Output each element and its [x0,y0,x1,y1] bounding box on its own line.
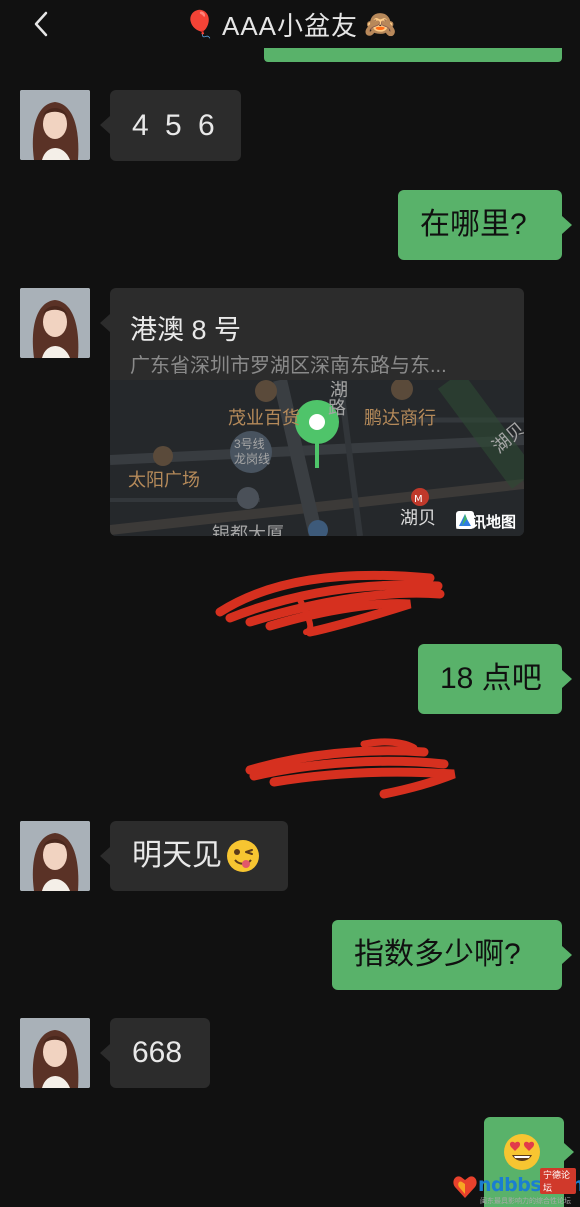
location-address: 广东省深圳市罗湖区深南东路与东... [130,355,447,377]
heart-logo-icon [453,1176,477,1198]
message-bubble-incoming[interactable]: 668 [100,1018,210,1088]
message-text: 在哪里? [420,208,527,241]
message-text: 18 点吧 [440,662,542,695]
map-label: 茂业百货 [228,408,300,428]
map-label: 龙岗线 [234,452,271,466]
back-button[interactable] [28,10,56,38]
bubble-tail [100,314,110,332]
message-text: 明天见 [132,839,222,872]
message-text: 4 5 6 [132,108,219,142]
redaction-scribble [215,570,445,637]
map-label: 银都大厦 [212,524,284,536]
location-name: 港澳 8 号 [130,315,242,345]
contact-avatar[interactable] [20,288,90,358]
watermark-subtitle: 闽东最具影响力的综合性论坛 [480,1198,571,1205]
map-label: 湖贝 [400,508,436,528]
chat-screen: 🎈 AAA小盆友 🙈 4 5 6 在哪里? 港澳 8 号 广东省深圳市罗湖区深南… [0,0,580,1207]
site-watermark: ndbbs.com 宁德论坛 闽东最具影响力的综合性论坛 [452,1168,580,1206]
message-bubble-outgoing[interactable]: 18 点吧 [418,644,572,714]
message-text: 668 [132,1036,183,1069]
winking-tongue-face-icon [227,840,259,872]
message-text: 指数多少啊? [354,938,521,971]
tencent-maps-icon [455,511,474,529]
location-map[interactable]: M 茂业百货 鹏达商行 湖 路 3号线 龙岗线 太阳广场 湖贝 湖贝 银都大厦 [110,380,524,536]
map-label: 路 [328,398,346,418]
message-bubble-outgoing[interactable]: 指数多少啊? [332,920,572,990]
balloon-icon: 🎈 [183,9,216,39]
tencent-maps-logo: 腾讯地图 [455,511,516,532]
chat-title: 🎈 AAA小盆友 🙈 [184,6,397,43]
map-label: 太阳广场 [128,470,200,490]
location-message-card[interactable]: 港澳 8 号 广东省深圳市罗湖区深南东路与东... M 茂业百货 鹏达商行 湖 … [110,288,524,536]
message-bubble-incoming[interactable]: 明天见 [100,821,288,891]
chat-header: 🎈 AAA小盆友 🙈 [0,0,580,48]
map-label: 鹏达商行 [364,408,436,428]
chat-title-text: AAA小盆友 [221,10,359,41]
redaction-scribble [245,738,456,799]
message-bubble-outgoing[interactable]: 在哪里? [398,190,572,260]
heart-eyes-face-icon [504,1134,540,1170]
contact-avatar[interactable] [20,1018,90,1088]
contact-avatar[interactable] [20,90,90,160]
see-no-evil-monkey-icon: 🙈 [364,9,397,39]
contact-avatar[interactable] [20,821,90,891]
watermark-tag: 宁德论坛 [540,1168,576,1194]
chevron-left-icon [34,11,48,37]
message-bubble-incoming[interactable]: 4 5 6 [100,90,241,161]
